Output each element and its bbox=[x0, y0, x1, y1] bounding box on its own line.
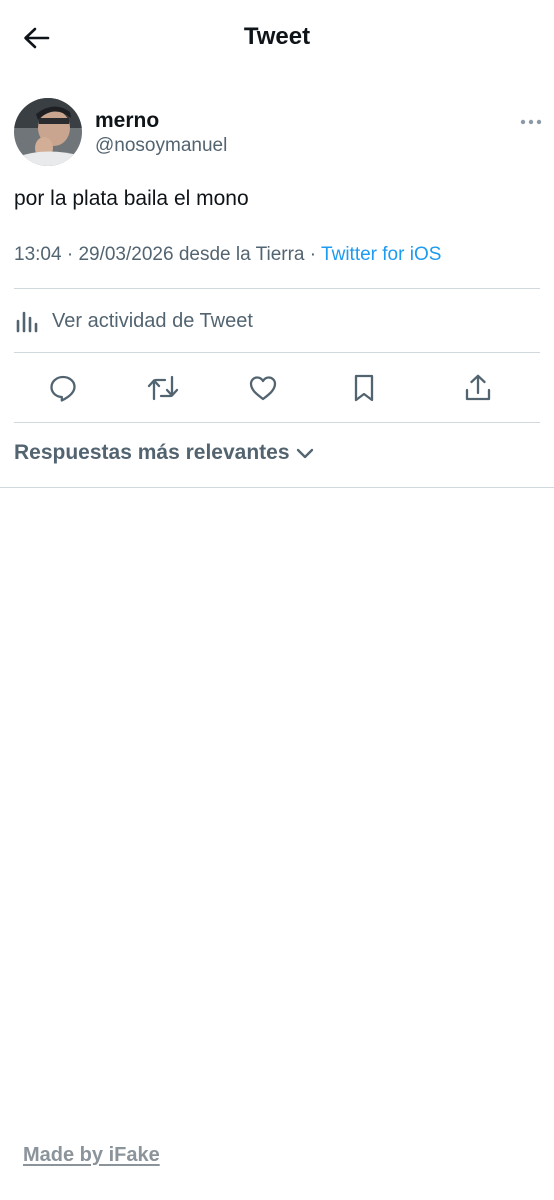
bookmark-icon bbox=[354, 374, 374, 402]
more-horizontal-icon bbox=[520, 119, 542, 125]
meta-separator: · bbox=[66, 244, 74, 265]
more-options-button[interactable] bbox=[516, 112, 546, 132]
reply-button[interactable] bbox=[45, 370, 81, 406]
retweet-icon bbox=[147, 375, 179, 401]
replies-sort-label: Respuestas más relevantes bbox=[14, 441, 290, 464]
divider bbox=[14, 288, 540, 289]
heart-icon bbox=[249, 376, 277, 401]
meta-separator: · bbox=[309, 244, 317, 265]
author-handle[interactable]: @nosoymanuel bbox=[95, 135, 227, 157]
share-icon bbox=[465, 374, 491, 401]
chevron-down-icon bbox=[296, 448, 313, 459]
like-button[interactable] bbox=[245, 370, 281, 406]
tweet-date: 29/03/2026 bbox=[78, 244, 174, 265]
bookmark-button[interactable] bbox=[346, 370, 382, 406]
share-button[interactable] bbox=[460, 370, 496, 406]
tweet-text: por la plata baila el mono bbox=[14, 187, 249, 210]
author-name[interactable]: merno bbox=[95, 109, 159, 133]
divider bbox=[14, 352, 540, 353]
divider bbox=[0, 487, 554, 488]
tweet-time: 13:04 bbox=[14, 244, 62, 265]
page-title: Tweet bbox=[243, 23, 311, 50]
reply-icon bbox=[50, 375, 76, 402]
top-bar: Tweet bbox=[0, 0, 554, 76]
tweet-activity-link[interactable]: Ver actividad de Tweet bbox=[14, 296, 253, 346]
avatar[interactable] bbox=[14, 98, 82, 166]
retweet-button[interactable] bbox=[145, 370, 181, 406]
action-bar bbox=[0, 366, 554, 410]
tweet-activity-label: Ver actividad de Tweet bbox=[52, 309, 253, 332]
bar-chart-icon bbox=[16, 311, 38, 333]
replies-sort-dropdown[interactable]: Respuestas más relevantes bbox=[14, 441, 315, 465]
watermark: Made by iFake bbox=[23, 1144, 160, 1166]
divider bbox=[14, 422, 540, 423]
tweet-meta: 13:04 · 29/03/2026 desde la Tierra · Twi… bbox=[14, 244, 441, 266]
tweet-source-link[interactable]: Twitter for iOS bbox=[321, 244, 441, 265]
tweet-location: desde la Tierra bbox=[178, 244, 305, 265]
